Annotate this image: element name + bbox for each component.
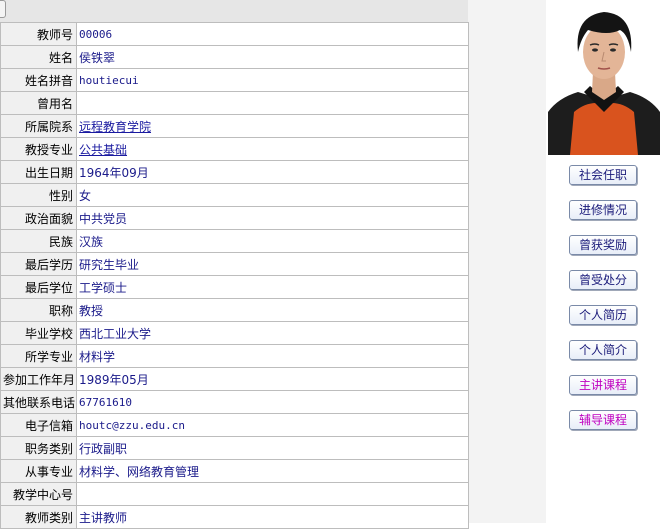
info-row: 教师号 00006 [0, 22, 469, 46]
field-value: 侯铁翠 [76, 45, 469, 69]
field-label: 毕业学校 [0, 321, 77, 345]
field-label: 最后学位 [0, 275, 77, 299]
training-button[interactable]: 进修情况 [569, 200, 637, 220]
field-label: 所学专业 [0, 344, 77, 368]
field-label: 教师类别 [0, 505, 77, 529]
info-row: 最后学位 工学硕士 [0, 275, 469, 299]
field-value: houtiecui [76, 68, 469, 92]
field-label: 职称 [0, 298, 77, 322]
field-value: 67761610 [76, 390, 469, 414]
field-value: 材料学、网络教育管理 [76, 459, 469, 483]
social-positions-button[interactable]: 社会任职 [569, 165, 637, 185]
info-row: 职称 教授 [0, 298, 469, 322]
info-row: 其他联系电话 67761610 [0, 390, 469, 414]
field-value: 公共基础 [76, 137, 469, 161]
info-row: 电子信箱 houtc@zzu.edu.cn [0, 413, 469, 437]
field-label: 姓名拼音 [0, 68, 77, 92]
field-value: 教授 [76, 298, 469, 322]
top-bar [0, 0, 468, 23]
field-label: 民族 [0, 229, 77, 253]
info-row: 参加工作年月 1989年05月 [0, 367, 469, 391]
info-row: 姓名 侯铁翠 [0, 45, 469, 69]
portrait-image [548, 0, 660, 155]
info-row: 从事专业 材料学、网络教育管理 [0, 459, 469, 483]
field-value: 00006 [76, 22, 469, 46]
field-value: 中共党员 [76, 206, 469, 230]
sanctions-button[interactable]: 曾受处分 [569, 270, 637, 290]
field-value: 远程教育学院 [76, 114, 469, 138]
field-label: 最后学历 [0, 252, 77, 276]
field-label: 其他联系电话 [0, 390, 77, 414]
field-label: 参加工作年月 [0, 367, 77, 391]
info-row: 毕业学校 西北工业大学 [0, 321, 469, 345]
field-label: 从事专业 [0, 459, 77, 483]
field-link[interactable]: 远程教育学院 [79, 120, 151, 134]
field-label: 所属院系 [0, 114, 77, 138]
field-value: 1989年05月 [76, 367, 469, 391]
field-label: 教师号 [0, 22, 77, 46]
field-value: 行政副职 [76, 436, 469, 460]
awards-button[interactable]: 曾获奖励 [569, 235, 637, 255]
main-courses-button[interactable]: 主讲课程 [569, 375, 637, 395]
info-row: 政治面貌 中共党员 [0, 206, 469, 230]
info-row: 最后学历 研究生毕业 [0, 252, 469, 276]
field-value: houtc@zzu.edu.cn [76, 413, 469, 437]
field-value [76, 482, 469, 506]
info-row: 职务类别 行政副职 [0, 436, 469, 460]
info-row: 教授专业 公共基础 [0, 137, 469, 161]
info-row: 民族 汉族 [0, 229, 469, 253]
teacher-photo [548, 0, 660, 155]
info-row: 姓名拼音 houtiecui [0, 68, 469, 92]
gutter [468, 0, 546, 523]
info-row: 教学中心号 [0, 482, 469, 506]
field-value: 西北工业大学 [76, 321, 469, 345]
profile-actions: 社会任职进修情况曾获奖励曾受处分个人简历个人简介主讲课程辅导课程 [569, 165, 639, 445]
field-value: 研究生毕业 [76, 252, 469, 276]
tutoring-courses-button[interactable]: 辅导课程 [569, 410, 637, 430]
resume-button[interactable]: 个人简历 [569, 305, 637, 325]
field-value: 工学硕士 [76, 275, 469, 299]
info-row: 教师类别 主讲教师 [0, 505, 469, 529]
field-value: 主讲教师 [76, 505, 469, 529]
field-label: 性别 [0, 183, 77, 207]
field-label: 政治面貌 [0, 206, 77, 230]
field-label: 出生日期 [0, 160, 77, 184]
field-label: 教学中心号 [0, 482, 77, 506]
info-row: 所属院系 远程教育学院 [0, 114, 469, 138]
field-value: 女 [76, 183, 469, 207]
info-row: 性别女 [0, 183, 469, 207]
field-value: 材料学 [76, 344, 469, 368]
info-row: 出生日期 1964年09月 [0, 160, 469, 184]
info-row: 曾用名 [0, 91, 469, 115]
field-label: 曾用名 [0, 91, 77, 115]
field-value: 汉族 [76, 229, 469, 253]
field-label: 姓名 [0, 45, 77, 69]
field-value [76, 91, 469, 115]
collapse-handle[interactable] [0, 0, 6, 18]
field-value: 1964年09月 [76, 160, 469, 184]
field-label: 职务类别 [0, 436, 77, 460]
bio-button[interactable]: 个人简介 [569, 340, 637, 360]
field-link[interactable]: 公共基础 [79, 143, 127, 157]
info-row: 所学专业 材料学 [0, 344, 469, 368]
field-label: 教授专业 [0, 137, 77, 161]
field-label: 电子信箱 [0, 413, 77, 437]
teacher-info-table: 教师号 00006 姓名 侯铁翠 姓名拼音 houtiecui 曾用名 所属院系 远程教育学院教… [0, 22, 469, 529]
